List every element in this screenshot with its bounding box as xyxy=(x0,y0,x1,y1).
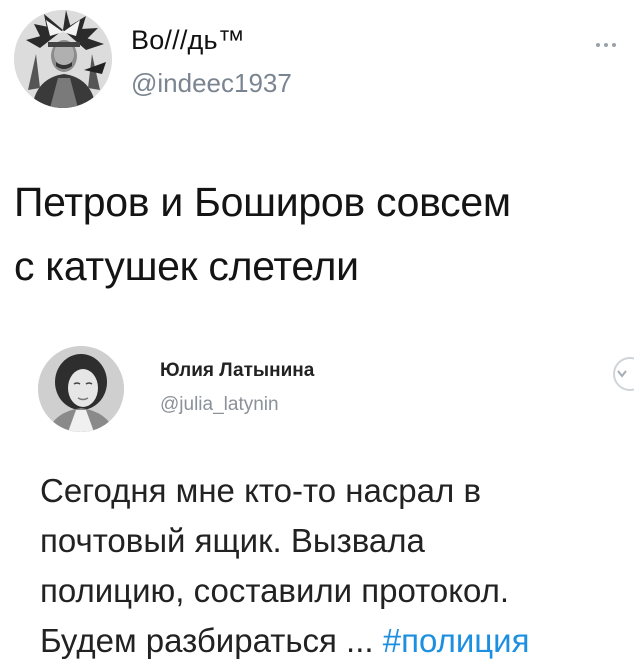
tweet-header: Во///дь™ @indeec1937 xyxy=(14,10,624,110)
author-handle[interactable]: @indeec1937 xyxy=(131,68,292,99)
hashtag-link[interactable]: #полиция xyxy=(383,622,530,659)
embedded-text-line: полицию, составили протокол. xyxy=(40,572,510,609)
embedded-text-line: почтовый ящик. Вызвала xyxy=(40,522,425,559)
tweet-text-line: Петров и Боширов совсем xyxy=(14,179,511,225)
author-display-name[interactable]: Во///дь™ xyxy=(131,25,245,56)
tweet-text: Петров и Боширов совсем с катушек слетел… xyxy=(14,170,624,298)
tweet-text-line: с катушек слетели xyxy=(14,243,359,289)
avatar-portrait-woman-icon xyxy=(38,346,124,432)
embedded-text-line: Сегодня мне кто-то насрал в xyxy=(40,472,481,509)
embedded-text-line-last: Будем разбираться ... #полиция xyxy=(40,616,638,666)
author-avatar[interactable] xyxy=(14,10,112,108)
embedded-tweet-image[interactable]: Юлия Латынина @julia_latynin Сегодня мне… xyxy=(0,336,638,666)
embedded-author-display-name: Юлия Латынина xyxy=(160,360,315,381)
embedded-tweet-text: Сегодня мне кто-то насрал в почтовый ящи… xyxy=(40,466,638,666)
embedded-author-handle: @julia_latynin xyxy=(160,394,279,415)
more-horizontal-icon[interactable] xyxy=(596,34,624,47)
embedded-text-line: Будем разбираться ... xyxy=(40,622,383,659)
chevron-down-icon xyxy=(604,354,638,394)
avatar-portrait-headdress-icon xyxy=(14,10,112,108)
embedded-author-avatar xyxy=(38,346,124,432)
